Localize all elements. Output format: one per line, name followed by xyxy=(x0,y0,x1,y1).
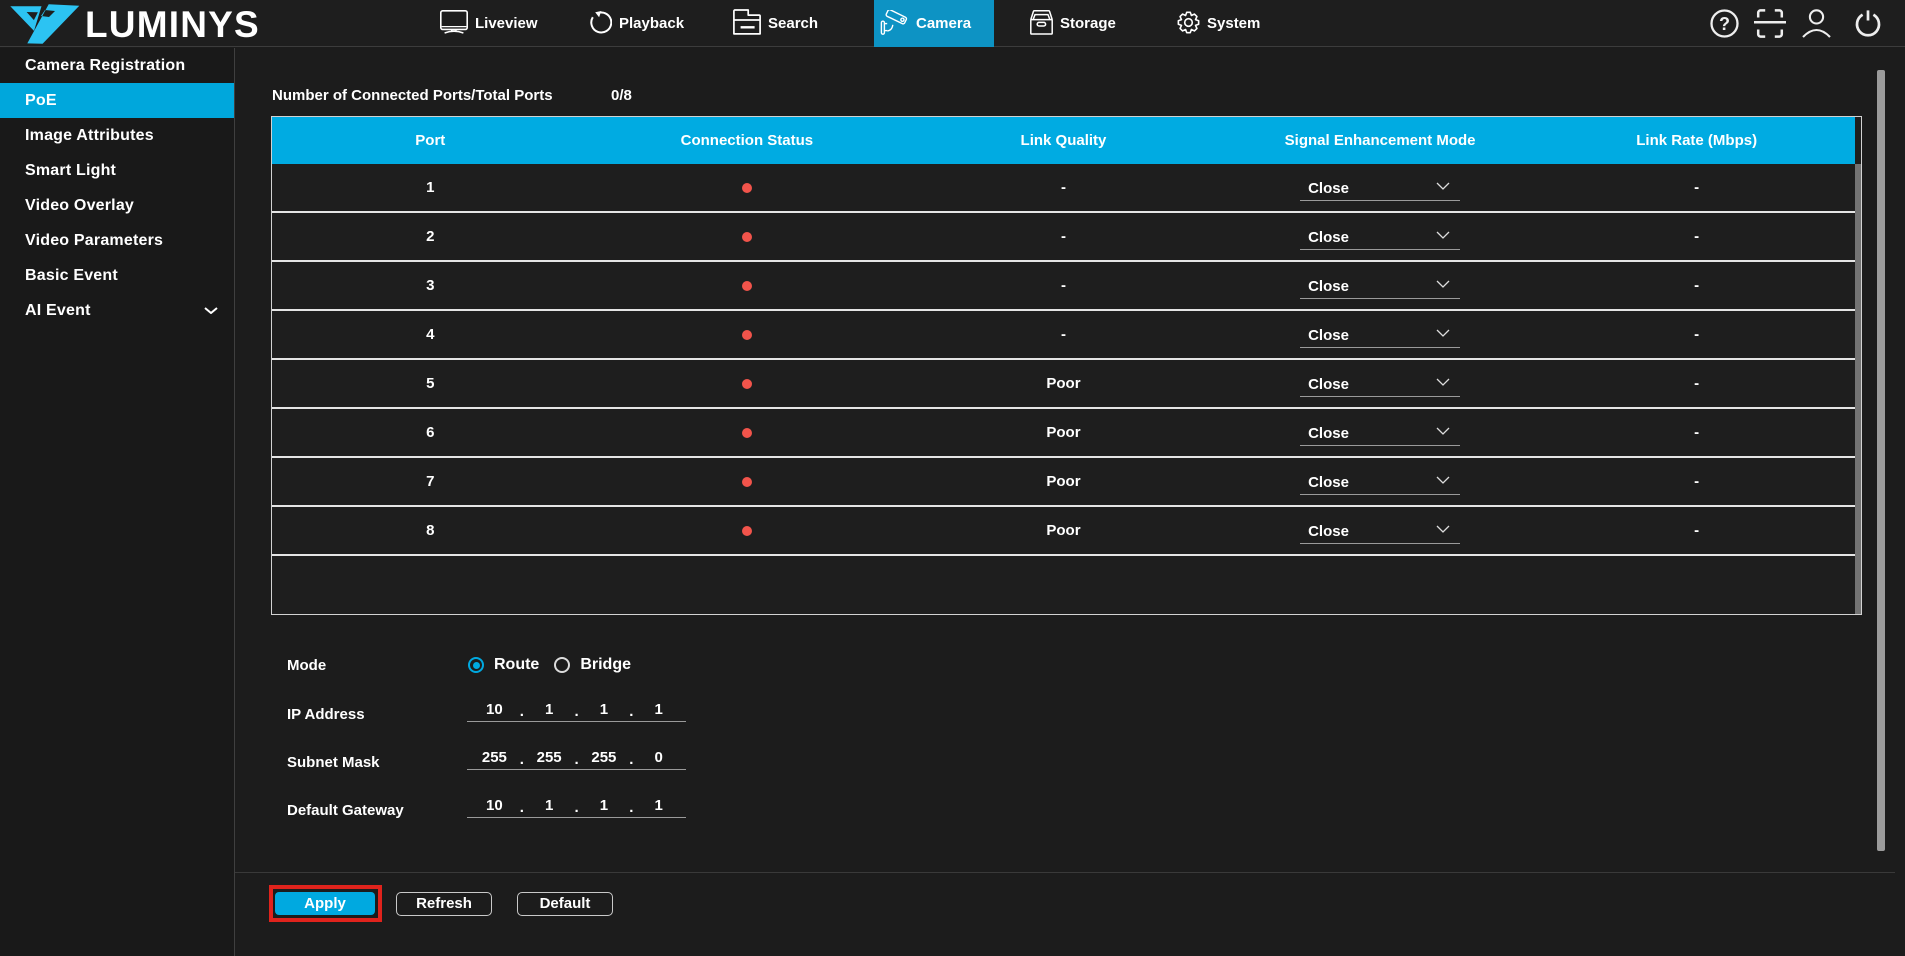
svg-text:?: ? xyxy=(1719,14,1730,34)
